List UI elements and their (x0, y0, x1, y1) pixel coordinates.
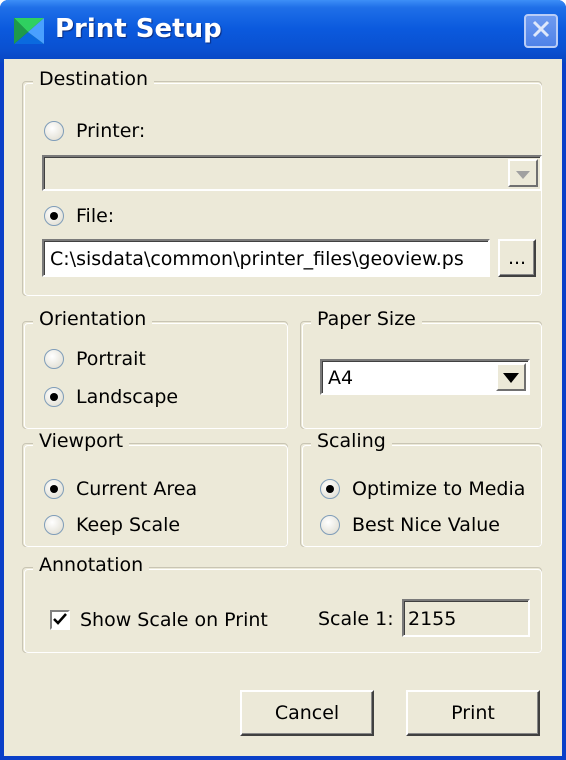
landscape-radio-circle (44, 387, 64, 407)
file-radio-circle (44, 206, 64, 226)
viewport-legend: Viewport (33, 430, 130, 452)
scaling-legend: Scaling (311, 430, 392, 452)
portrait-radio[interactable]: Portrait (44, 348, 146, 370)
browse-button[interactable]: ... (498, 239, 536, 277)
cancel-button[interactable]: Cancel (240, 690, 374, 736)
optimize-radio[interactable]: Optimize to Media (320, 478, 525, 500)
file-path-value: C:\sisdata\common\printer_files\geoview.… (50, 248, 464, 270)
keep-scale-radio[interactable]: Keep Scale (44, 514, 180, 536)
show-scale-checkbox[interactable]: Show Scale on Print (50, 609, 268, 631)
print-button[interactable]: Print (406, 690, 540, 736)
paper-size-value: A4 (328, 367, 354, 389)
window-title: Print Setup (55, 14, 222, 44)
dropdown-arrow-icon (516, 164, 530, 183)
keep-scale-radio-label: Keep Scale (76, 514, 181, 536)
dropdown-arrow-icon (503, 368, 519, 387)
printer-select[interactable] (42, 155, 542, 191)
title-bar[interactable]: Print Setup (0, 0, 566, 63)
current-area-radio[interactable]: Current Area (44, 478, 197, 500)
best-nice-radio-circle (320, 515, 340, 535)
browse-button-label: ... (507, 247, 527, 269)
file-radio-label: File: (76, 205, 115, 227)
orientation-group: Orientation (22, 308, 288, 429)
optimize-radio-circle (320, 479, 340, 499)
landscape-radio[interactable]: Landscape (44, 386, 178, 408)
close-icon (531, 19, 551, 43)
show-scale-checkbox-box (50, 610, 70, 630)
show-scale-label: Show Scale on Print (80, 609, 268, 631)
app-icon (14, 18, 44, 44)
print-button-label: Print (451, 702, 495, 724)
paper-size-arrow[interactable] (496, 363, 526, 391)
file-path-input[interactable]: C:\sisdata\common\printer_files\geoview.… (42, 239, 490, 277)
file-radio[interactable]: File: (44, 205, 114, 227)
keep-scale-radio-circle (44, 515, 64, 535)
scale-value: 2155 (408, 608, 457, 630)
dialog-body: Destination Printer: File: C:\sisdata\co… (4, 59, 562, 756)
annotation-legend: Annotation (33, 554, 150, 576)
paper-size-select[interactable]: A4 (320, 359, 530, 395)
orientation-legend: Orientation (33, 308, 153, 330)
optimize-radio-label: Optimize to Media (352, 478, 526, 500)
landscape-radio-label: Landscape (76, 386, 179, 408)
close-button[interactable] (524, 14, 558, 48)
paper-size-legend: Paper Size (311, 308, 422, 330)
portrait-radio-label: Portrait (76, 348, 146, 370)
scale-label: Scale 1: (318, 608, 394, 630)
best-nice-radio-label: Best Nice Value (352, 514, 500, 536)
print-setup-dialog: Print Setup Destination Printer: File: C… (0, 0, 566, 760)
printer-radio[interactable]: Printer: (44, 120, 145, 142)
printer-radio-label: Printer: (76, 120, 146, 142)
portrait-radio-circle (44, 349, 64, 369)
current-area-radio-circle (44, 479, 64, 499)
scale-input[interactable]: 2155 (402, 599, 530, 637)
printer-select-arrow[interactable] (508, 159, 538, 187)
printer-radio-circle (44, 121, 64, 141)
cancel-button-label: Cancel (274, 702, 340, 724)
check-icon (53, 609, 67, 631)
current-area-radio-label: Current Area (76, 478, 198, 500)
destination-legend: Destination (33, 68, 155, 90)
best-nice-radio[interactable]: Best Nice Value (320, 514, 500, 536)
